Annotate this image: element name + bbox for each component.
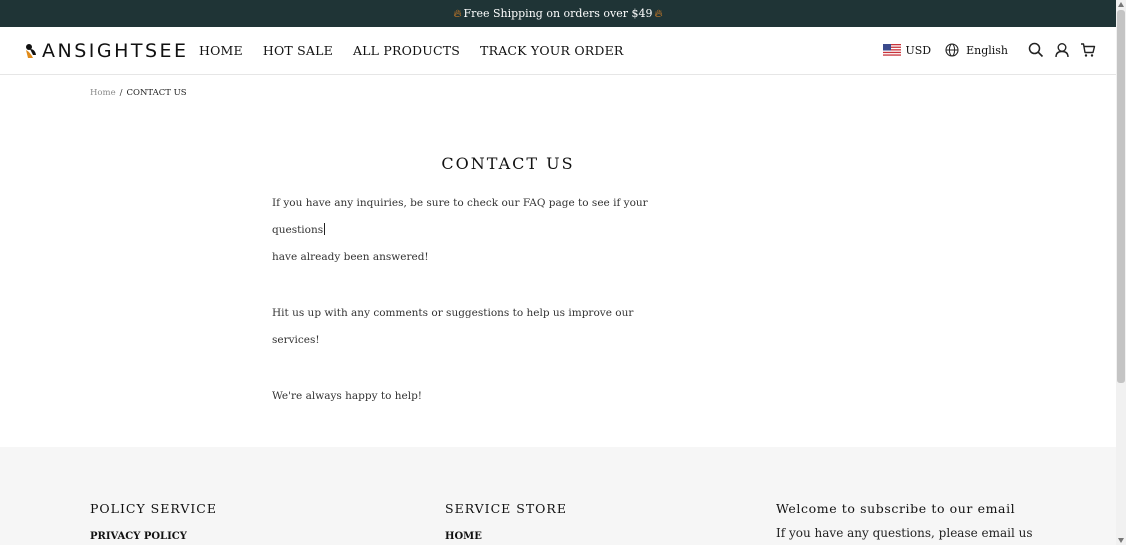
language-label: English bbox=[966, 43, 1008, 57]
announcement-text: Free Shipping on orders over $49 bbox=[463, 7, 653, 20]
footer-policy-title: POLICY SERVICE bbox=[90, 501, 217, 516]
site-header: ANSIGHTSEE HOME HOT SALE ALL PRODUCTS TR… bbox=[0, 27, 1116, 75]
breadcrumb-current: CONTACT US bbox=[126, 88, 187, 98]
globe-icon bbox=[945, 43, 959, 57]
nav-home[interactable]: HOME bbox=[199, 43, 243, 58]
cart-button[interactable] bbox=[1078, 40, 1098, 60]
search-button[interactable] bbox=[1026, 40, 1046, 60]
scroll-thumb[interactable] bbox=[1117, 10, 1125, 383]
account-button[interactable] bbox=[1052, 40, 1072, 60]
main-nav: HOME HOT SALE ALL PRODUCTS TRACK YOUR OR… bbox=[199, 43, 644, 58]
breadcrumb-home[interactable]: Home bbox=[90, 88, 116, 98]
text-cursor bbox=[324, 223, 326, 235]
footer-service-title: SERVICE STORE bbox=[445, 501, 567, 516]
cart-icon bbox=[1081, 43, 1096, 57]
flag-us-icon bbox=[883, 44, 902, 56]
contact-paragraph-1b: have already been answered! bbox=[272, 251, 429, 263]
nav-track-order[interactable]: TRACK YOUR ORDER bbox=[480, 43, 624, 58]
nav-all-products[interactable]: ALL PRODUCTS bbox=[353, 43, 460, 58]
contact-paragraph-2: Hit us up with any comments or suggestio… bbox=[272, 307, 634, 346]
breadcrumb-separator: / bbox=[119, 88, 123, 98]
footer-home-link[interactable]: HOME bbox=[445, 531, 482, 542]
contact-content: If you have any inquiries, be sure to ch… bbox=[272, 190, 652, 466]
logo[interactable]: ANSIGHTSEE bbox=[24, 40, 189, 62]
nav-hot-sale[interactable]: HOT SALE bbox=[263, 43, 333, 58]
contact-paragraph-3: We're always happy to help! bbox=[272, 390, 423, 402]
logo-text: ANSIGHTSEE bbox=[42, 40, 189, 62]
contact-paragraph-1a: If you have any inquiries, be sure to ch… bbox=[272, 197, 648, 236]
currency-label: USD bbox=[905, 43, 932, 57]
footer-subscribe-title: Welcome to subscribe to our email bbox=[776, 501, 1016, 516]
user-icon bbox=[1055, 43, 1069, 58]
page-scrollbar[interactable] bbox=[1116, 0, 1126, 545]
page-title: CONTACT US bbox=[441, 154, 575, 173]
language-selector[interactable]: English bbox=[945, 43, 1008, 57]
search-icon bbox=[1028, 42, 1044, 58]
fire-icon: 🔥︎ bbox=[654, 6, 663, 20]
footer-privacy-link[interactable]: PRIVACY POLICY bbox=[90, 531, 187, 542]
logo-mark-icon bbox=[26, 44, 36, 58]
site-footer: POLICY SERVICE PRIVACY POLICY SERVICE ST… bbox=[0, 447, 1116, 545]
header-tools: USD English bbox=[883, 40, 1098, 60]
scroll-down-icon[interactable] bbox=[1118, 538, 1124, 543]
announcement-bar: 🔥︎ Free Shipping on orders over $49 🔥︎ bbox=[0, 0, 1116, 27]
footer-subscribe-text: If you have any questions, please email … bbox=[776, 526, 1033, 540]
fire-icon: 🔥︎ bbox=[453, 6, 462, 20]
breadcrumb: Home / CONTACT US bbox=[90, 88, 187, 98]
currency-selector[interactable]: USD bbox=[883, 44, 931, 57]
scroll-up-icon[interactable] bbox=[1118, 2, 1124, 7]
